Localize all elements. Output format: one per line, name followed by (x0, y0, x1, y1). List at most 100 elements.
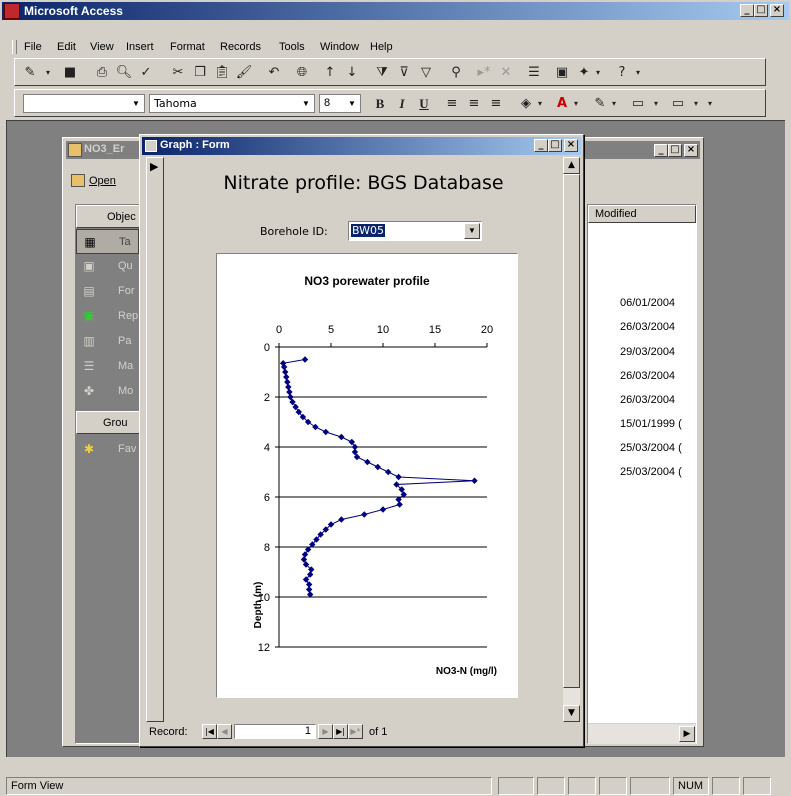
objects-header-label: Objec (107, 211, 136, 223)
menu-view[interactable]: View (90, 37, 114, 57)
fill-color-icon[interactable]: ◈ (515, 93, 537, 115)
object-item-modules[interactable]: ✤ Mo (76, 379, 139, 404)
graph-form-titlebar[interactable]: Graph : Form _ □ × (142, 137, 581, 155)
close-button[interactable]: × (770, 4, 784, 17)
new-object-dropdown-icon[interactable]: ▾ (593, 62, 603, 84)
line-color-dropdown-icon[interactable]: ▾ (609, 93, 619, 115)
object-item-forms[interactable]: ▤ For (76, 279, 139, 304)
objects-header[interactable]: Objec (76, 205, 142, 228)
italic-button[interactable]: I (391, 93, 413, 115)
toolbar-options-icon[interactable]: ▾ (705, 93, 715, 115)
record-number-field[interactable]: 1 (234, 724, 316, 739)
special-effect-dropdown-icon[interactable]: ▾ (691, 93, 701, 115)
save-icon[interactable]: ■ (59, 62, 81, 84)
form-close-button[interactable]: × (564, 139, 578, 152)
cut-icon[interactable]: ✂ (167, 62, 189, 84)
spelling-icon[interactable]: ✓ (135, 62, 157, 84)
last-record-button[interactable]: ▶| (333, 724, 348, 739)
properties-icon[interactable]: ☰ (523, 62, 545, 84)
print-icon[interactable]: ⎙ (91, 62, 113, 84)
form-vscroll[interactable]: ▲ ▼ (563, 157, 580, 722)
new-record-button[interactable]: ▶* (348, 724, 363, 739)
database-window-icon[interactable]: ▣ (551, 62, 573, 84)
data-point (348, 438, 355, 446)
font-size-combo[interactable]: 8 ▼ (319, 94, 361, 113)
line-width-icon[interactable]: ▭ (627, 93, 649, 115)
restore-button[interactable]: □ (754, 4, 768, 17)
borehole-id-combo[interactable]: BW05 ▼ (348, 221, 482, 241)
previous-record-button[interactable]: ◀ (217, 724, 232, 739)
object-item-macros[interactable]: ☰ Ma (76, 354, 139, 379)
special-effect-icon[interactable]: ▭ (667, 93, 689, 115)
align-right-icon[interactable]: ≡ (485, 93, 507, 115)
object-item-label: Ta (119, 236, 131, 248)
object-item-pages[interactable]: ▥ Pa (76, 329, 139, 354)
chevron-down-icon[interactable]: ▼ (345, 96, 359, 111)
next-record-button[interactable]: ▶ (318, 724, 333, 739)
view-dropdown-icon[interactable]: ▾ (43, 62, 53, 84)
scroll-right-button[interactable]: ▶ (679, 726, 695, 742)
open-button[interactable]: Open (71, 172, 131, 192)
menu-help[interactable]: Help (370, 37, 393, 57)
toolbar-options-icon[interactable]: ▾ (633, 62, 643, 84)
menu-tools[interactable]: Tools (279, 37, 305, 57)
filter-by-selection-icon[interactable]: ⧩ (371, 62, 393, 84)
find-icon[interactable]: ⚲ (445, 62, 467, 84)
scroll-down-button[interactable]: ▼ (563, 705, 580, 722)
menu-window[interactable]: Window (320, 37, 359, 57)
print-preview-icon[interactable]: 🔍︎ (113, 62, 135, 84)
font-combo[interactable]: Tahoma ▼ (149, 94, 315, 113)
fill-color-dropdown-icon[interactable]: ▾ (535, 93, 545, 115)
menu-records[interactable]: Records (220, 37, 261, 57)
db-close-button[interactable]: × (684, 144, 698, 157)
paste-icon[interactable]: 📋︎ (211, 62, 233, 84)
record-selector[interactable]: ▶ (146, 157, 164, 722)
align-left-icon[interactable]: ≡ (441, 93, 463, 115)
chevron-down-icon[interactable]: ▼ (464, 223, 480, 239)
chevron-down-icon[interactable]: ▼ (129, 96, 143, 111)
new-record-icon[interactable]: ▸* (473, 62, 495, 84)
form-restore-button[interactable]: □ (548, 139, 562, 152)
chevron-down-icon[interactable]: ▼ (299, 96, 313, 111)
object-item-queries[interactable]: ▣ Qu (76, 254, 139, 279)
filter-by-form-icon[interactable]: ⊽ (393, 62, 415, 84)
object-item-tables[interactable]: ▦ Ta (76, 229, 139, 254)
group-item-favorites[interactable]: ✱ Fav (76, 437, 139, 462)
list-hscroll[interactable]: ▶ (588, 723, 696, 744)
undo-icon[interactable]: ↶ (263, 62, 285, 84)
groups-header[interactable]: Grou (76, 411, 142, 434)
db-restore-button[interactable]: □ (668, 144, 682, 157)
apply-filter-icon[interactable]: ▽ (415, 62, 437, 84)
font-color-dropdown-icon[interactable]: ▾ (571, 93, 581, 115)
scroll-up-button[interactable]: ▲ (563, 157, 580, 174)
underline-button[interactable]: U (413, 93, 435, 115)
menu-insert[interactable]: Insert (126, 37, 154, 57)
object-combo[interactable]: ▼ (23, 94, 145, 113)
modified-column-header[interactable]: Modified (588, 205, 696, 223)
view-icon[interactable]: ✎ (19, 62, 41, 84)
menu-format[interactable]: Format (170, 37, 205, 57)
format-painter-icon[interactable]: 🖌︎ (233, 62, 255, 84)
minimize-button[interactable]: _ (740, 4, 754, 17)
align-center-icon[interactable]: ≡ (463, 93, 485, 115)
font-color-icon[interactable]: A (551, 93, 573, 115)
help-icon[interactable]: ? (611, 62, 633, 84)
sort-ascending-icon[interactable]: ↑ (319, 62, 341, 84)
menu-file[interactable]: File (24, 37, 42, 57)
menu-edit[interactable]: Edit (57, 37, 76, 57)
object-item-reports[interactable]: ▣ Rep (76, 304, 139, 329)
first-record-button[interactable]: |◀ (202, 724, 217, 739)
new-object-icon[interactable]: ✦ (573, 62, 595, 84)
form-minimize-button[interactable]: _ (534, 139, 548, 152)
bold-button[interactable]: B (369, 93, 391, 115)
line-color-icon[interactable]: ✎ (589, 93, 611, 115)
sort-descending-icon[interactable]: ↓ (341, 62, 363, 84)
scroll-thumb[interactable] (563, 174, 580, 688)
copy-icon[interactable]: ❐ (189, 62, 211, 84)
db-minimize-button[interactable]: _ (654, 144, 668, 157)
hyperlink-icon[interactable]: 🌐︎ (291, 62, 313, 84)
delete-record-icon[interactable]: ✕ (495, 62, 517, 84)
line-width-dropdown-icon[interactable]: ▾ (651, 93, 661, 115)
menu-grip[interactable] (12, 40, 17, 54)
app-titlebar[interactable]: Microsoft Access _ □ × (2, 2, 789, 20)
